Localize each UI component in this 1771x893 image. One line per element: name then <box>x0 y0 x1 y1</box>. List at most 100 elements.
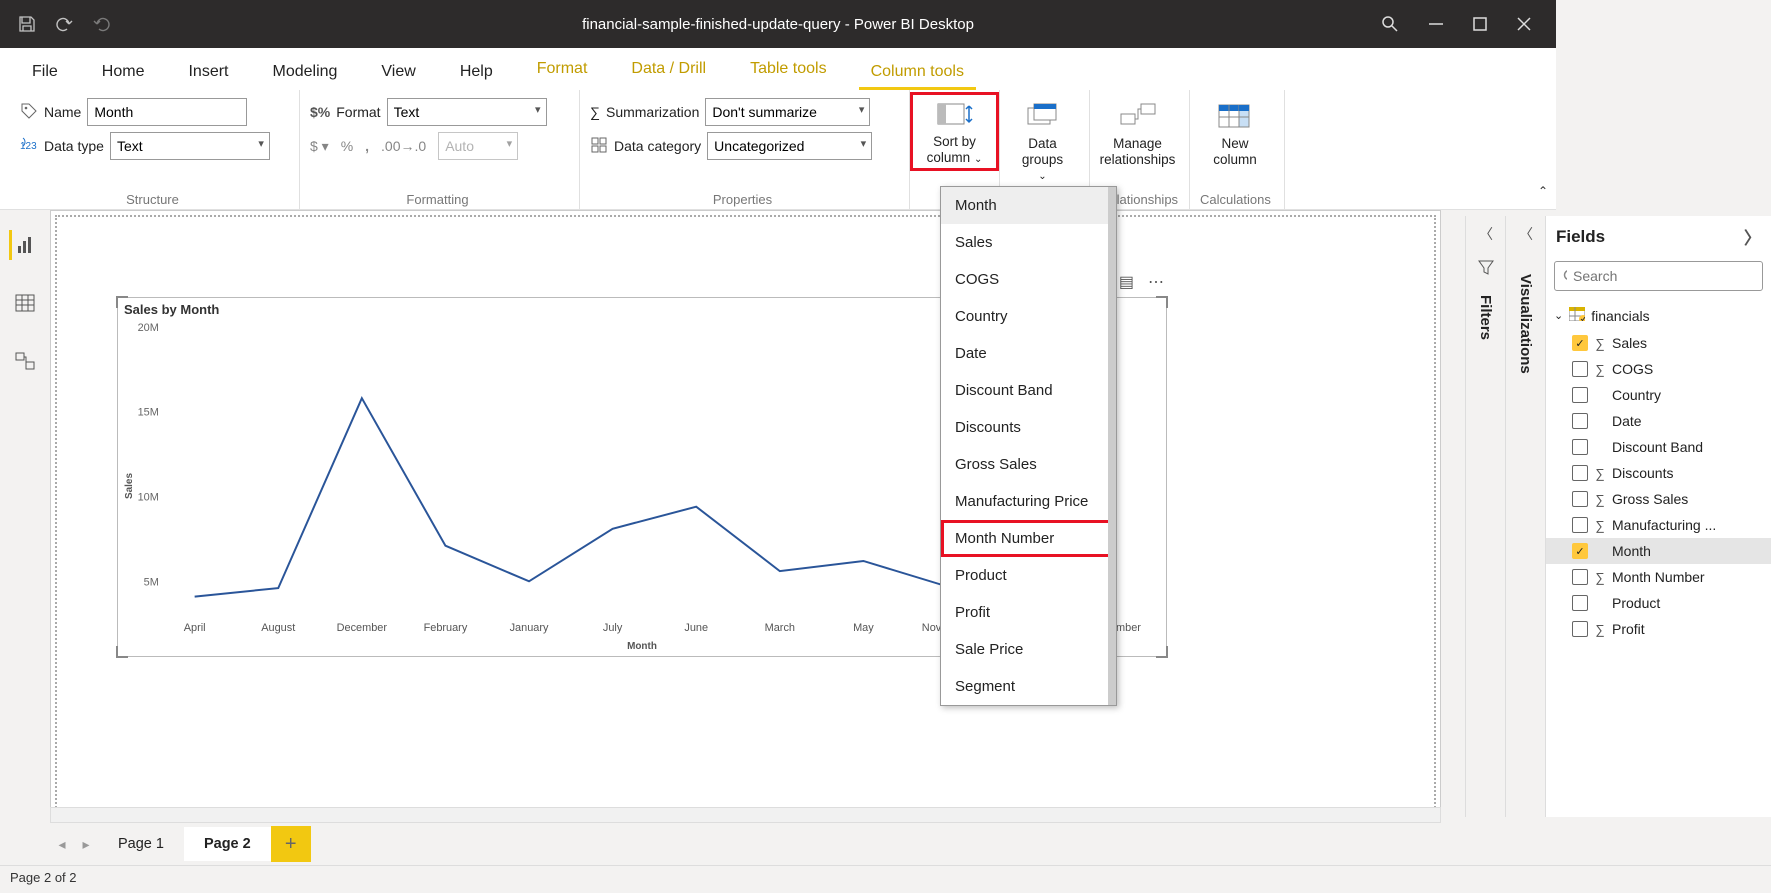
tab-help[interactable]: Help <box>438 54 515 90</box>
field-checkbox[interactable]: ✓ <box>1572 543 1588 559</box>
field-checkbox[interactable] <box>1572 517 1588 533</box>
category-select[interactable]: Uncategorized <box>707 132 872 160</box>
field-row[interactable]: Date <box>1546 408 1771 434</box>
tab-table-tools[interactable]: Table tools <box>728 51 849 90</box>
datatype-select[interactable]: Text <box>110 132 270 160</box>
close-icon[interactable] <box>1517 17 1531 31</box>
field-row[interactable]: ∑COGS <box>1546 356 1771 382</box>
new-column-button[interactable]: New column <box>1200 98 1270 171</box>
tab-column-tools[interactable]: Column tools <box>849 54 986 90</box>
minimize-icon[interactable] <box>1429 17 1443 31</box>
sort-menu-item[interactable]: Gross Sales <box>941 446 1116 483</box>
summarization-select[interactable]: Don't summarize <box>705 98 870 126</box>
name-input[interactable] <box>87 98 247 126</box>
field-checkbox[interactable] <box>1572 439 1588 455</box>
sort-menu-item[interactable]: Month <box>941 187 1116 224</box>
visual-focus-icon[interactable]: ▤ <box>1119 272 1134 292</box>
format-select[interactable]: Text <box>387 98 547 126</box>
table-name: financials <box>1591 308 1649 324</box>
save-icon[interactable] <box>18 15 36 33</box>
data-view-icon[interactable] <box>10 288 40 318</box>
page-next[interactable]: ▸ <box>74 836 98 853</box>
field-checkbox[interactable] <box>1572 413 1588 429</box>
sort-menu-item[interactable]: Segment <box>941 668 1116 705</box>
add-page-button[interactable]: + <box>271 826 311 862</box>
resize-handle-tr[interactable] <box>1156 296 1168 308</box>
field-checkbox[interactable] <box>1572 465 1588 481</box>
page-tab-2[interactable]: Page 2 <box>184 827 271 861</box>
field-checkbox[interactable] <box>1572 491 1588 507</box>
sort-menu-item[interactable]: Discount Band <box>941 372 1116 409</box>
group-structure-label: Structure <box>20 188 285 207</box>
sort-by-column-button[interactable]: Sort by column ⌄ <box>912 94 997 169</box>
tab-file[interactable]: File <box>10 54 80 90</box>
viz-pane-collapsed[interactable]: 〉 Visualizations <box>1505 216 1545 817</box>
field-row[interactable]: ∑Month Number <box>1546 564 1771 590</box>
field-checkbox[interactable] <box>1572 569 1588 585</box>
sort-menu-item[interactable]: Manufacturing Price <box>941 483 1116 520</box>
canvas[interactable]: ⛶ ▤ ⋯ Sales by Month 5M10M15M20MSalesApr… <box>50 210 1441 817</box>
search-icon[interactable] <box>1381 15 1399 33</box>
tab-format[interactable]: Format <box>515 51 610 90</box>
ribbon: Name 123 Data type Text Structure $% For… <box>0 90 1556 210</box>
field-checkbox[interactable] <box>1572 387 1588 403</box>
sort-menu-item[interactable]: Sales <box>941 224 1116 261</box>
svg-text:April: April <box>184 622 206 634</box>
canvas-scrollbar[interactable] <box>50 807 1441 823</box>
sort-menu-item[interactable]: Month Number <box>941 520 1116 557</box>
manage-relationships-button[interactable]: Manage relationships <box>1100 98 1175 171</box>
fields-pane: Fields 〉 ⌄ financials ✓∑Sales∑COGSCountr… <box>1545 216 1771 817</box>
table-node[interactable]: ⌄ financials <box>1546 301 1771 330</box>
field-row[interactable]: ∑Gross Sales <box>1546 486 1771 512</box>
undo-icon[interactable] <box>54 15 74 33</box>
resize-handle-br[interactable] <box>1156 646 1168 658</box>
tab-insert[interactable]: Insert <box>166 54 250 90</box>
report-view-icon[interactable] <box>9 230 39 260</box>
page-tab-1[interactable]: Page 1 <box>98 827 184 861</box>
sort-menu-item[interactable]: Date <box>941 335 1116 372</box>
svg-text:May: May <box>853 622 874 634</box>
filters-pane-collapsed[interactable]: 〉 Filters <box>1465 216 1505 817</box>
field-checkbox[interactable] <box>1572 361 1588 377</box>
field-checkbox[interactable] <box>1572 595 1588 611</box>
field-name: Gross Sales <box>1612 491 1688 507</box>
newcol-icon <box>1216 102 1254 132</box>
svg-text:Month: Month <box>627 641 657 652</box>
sort-menu-item[interactable]: COGS <box>941 261 1116 298</box>
redo-icon[interactable] <box>92 15 112 33</box>
field-row[interactable]: ✓Month <box>1546 538 1771 564</box>
field-row[interactable]: ✓∑Sales <box>1546 330 1771 356</box>
field-row[interactable]: ∑Profit <box>1546 616 1771 642</box>
data-groups-button[interactable]: Data groups ⌄ <box>1010 98 1075 187</box>
field-row[interactable]: Country <box>1546 382 1771 408</box>
field-row[interactable]: ∑Discounts <box>1546 460 1771 486</box>
sort-menu-item[interactable]: Country <box>941 298 1116 335</box>
fields-search[interactable] <box>1554 261 1763 291</box>
field-row[interactable]: ∑Manufacturing ... <box>1546 512 1771 538</box>
dropdown-scrollbar[interactable] <box>1108 187 1116 705</box>
chevron-right-icon[interactable]: 〉 <box>1744 224 1761 249</box>
rel-btn-label: Manage relationships <box>1100 136 1176 167</box>
sort-menu-item[interactable]: Product <box>941 557 1116 594</box>
tab-view[interactable]: View <box>359 54 437 90</box>
search-input[interactable] <box>1573 268 1754 284</box>
sort-menu-item[interactable]: Sale Price <box>941 631 1116 668</box>
visual-more-icon[interactable]: ⋯ <box>1148 272 1164 292</box>
ribbon-collapse-icon[interactable]: ⌃ <box>1538 184 1548 198</box>
tab-home[interactable]: Home <box>80 54 167 90</box>
sigma-icon: ∑ <box>1594 336 1606 351</box>
resize-handle-bl[interactable] <box>116 646 128 658</box>
page-prev[interactable]: ◂ <box>50 836 74 853</box>
field-row[interactable]: Product <box>1546 590 1771 616</box>
field-checkbox[interactable] <box>1572 621 1588 637</box>
field-row[interactable]: Discount Band <box>1546 434 1771 460</box>
filters-label: Filters <box>1477 295 1494 340</box>
field-checkbox[interactable]: ✓ <box>1572 335 1588 351</box>
sort-menu-item[interactable]: Discounts <box>941 409 1116 446</box>
sort-menu-item[interactable]: Profit <box>941 594 1116 631</box>
resize-handle-tl[interactable] <box>116 296 128 308</box>
model-view-icon[interactable] <box>10 346 40 376</box>
tab-data-drill[interactable]: Data / Drill <box>609 51 728 90</box>
maximize-icon[interactable] <box>1473 17 1487 31</box>
tab-modeling[interactable]: Modeling <box>250 54 359 90</box>
